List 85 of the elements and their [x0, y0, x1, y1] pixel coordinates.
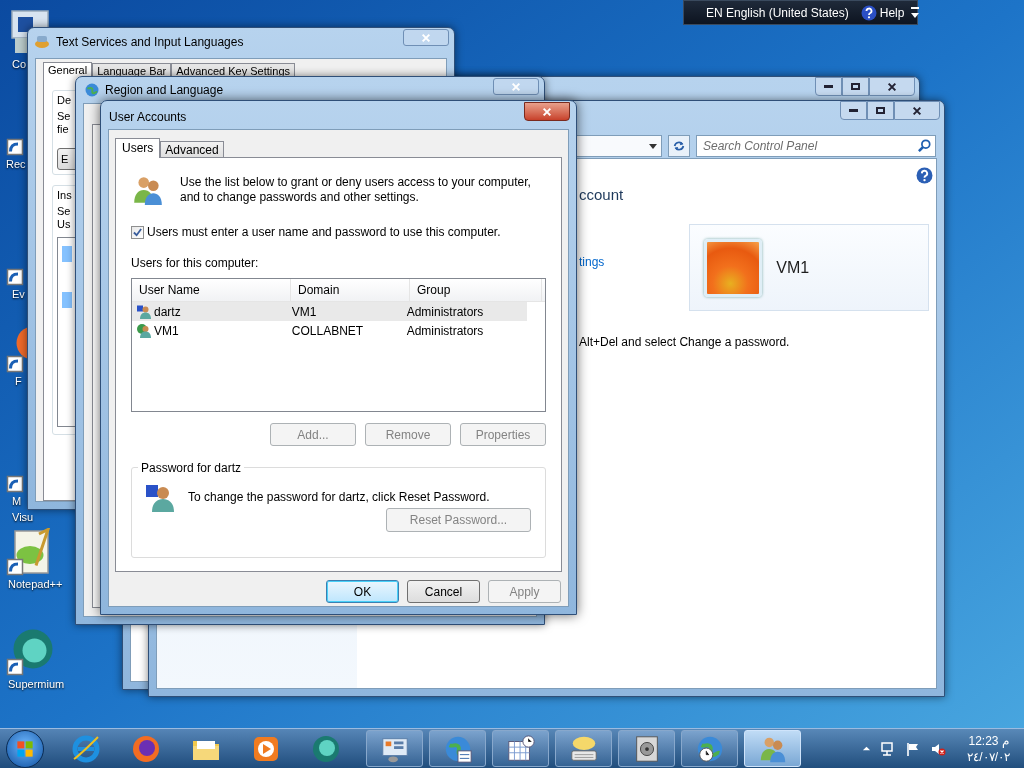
help-label[interactable]: Help [879, 3, 905, 22]
table-cell-text: VM1 [291, 303, 317, 321]
minimize-button[interactable] [840, 101, 867, 120]
help-icon [860, 4, 877, 21]
taskbar-window-button[interactable] [555, 730, 612, 767]
close-icon [421, 32, 431, 43]
close-button[interactable] [869, 77, 915, 96]
close-button[interactable] [894, 101, 940, 120]
table-cell-text: Administrators [406, 322, 484, 340]
group-description: Se [57, 110, 71, 123]
instruction-text: Alt+Del and select Change a password. [579, 334, 791, 351]
table-cell-text: COLLABNET [291, 322, 364, 340]
clock[interactable]: 12:23 م ٢٤/٠٧/٠٢ [967, 732, 1010, 765]
help-button[interactable]: Help [860, 3, 905, 22]
browser-icon[interactable] [6, 628, 54, 676]
button[interactable]: OK [326, 580, 399, 603]
window-title: Text Services and Input Languages [56, 34, 244, 51]
window-title: Region and Language [105, 82, 224, 99]
checkbox[interactable] [131, 225, 144, 239]
button[interactable]: Cancel [407, 580, 480, 603]
table-cell-text: dartz [154, 303, 181, 321]
taskbar-window-button[interactable] [429, 730, 486, 767]
page-heading: ccount [579, 186, 625, 204]
list-item-highlight [62, 292, 72, 308]
group-description: fie [57, 123, 69, 136]
taskbar-window-button[interactable] [681, 730, 738, 767]
desktop-icon-label[interactable]: Visu [12, 509, 34, 525]
tab[interactable]: Users [115, 138, 161, 158]
intro-text: Use the list below to grant or deny users access to your computer, and to change passwords and other settings. [180, 175, 532, 205]
user-icon [136, 322, 152, 339]
group-description: Se [57, 205, 71, 218]
clock-time[interactable]: 12:23 م [968, 732, 1009, 749]
close-icon [887, 81, 897, 92]
minimize-button[interactable] [815, 77, 842, 96]
globe-icon [84, 82, 100, 98]
table-row[interactable]: dartz VM1 Administrators [132, 302, 527, 321]
column-header[interactable]: User Name [132, 279, 291, 301]
windows-logo-icon [15, 738, 35, 759]
group-title: De [57, 93, 72, 108]
taskbar-window-button[interactable] [492, 730, 549, 767]
taskbar-window-button[interactable] [366, 730, 423, 767]
calendar-clock-icon [505, 733, 536, 764]
user-icon [144, 482, 176, 514]
language-indicator[interactable]: EN English (United States) [706, 3, 849, 22]
clock-date[interactable]: ٢٤/٠٧/٠٢ [967, 748, 1010, 765]
desktop-icon-label[interactable]: Ev [12, 286, 25, 302]
user-icon [136, 303, 152, 320]
desktop-icon-label[interactable]: Supermium [8, 676, 65, 692]
table-cell-text: Administrators [406, 303, 484, 321]
desktop-icon-label[interactable]: Notepad++ [8, 576, 63, 592]
list-item-highlight [62, 246, 72, 262]
search-icon[interactable] [918, 139, 931, 152]
desktop-icon-label[interactable]: Co [12, 56, 27, 72]
close-icon [511, 81, 521, 92]
section-label: Users for this computer: [131, 255, 260, 272]
options-icon[interactable] [910, 5, 921, 20]
taskbar-window-button[interactable] [618, 730, 675, 767]
group-description: Us [57, 218, 71, 231]
group-title: Ins [57, 188, 72, 203]
column-header[interactable]: Group [410, 279, 542, 301]
desktop-icon-label[interactable]: M [12, 493, 22, 509]
start-button[interactable] [6, 729, 44, 768]
user-name: VM1 [776, 257, 810, 278]
refresh-button[interactable] [668, 135, 690, 157]
show-hidden-icons-icon[interactable] [862, 744, 872, 753]
window-title: User Accounts [109, 109, 187, 126]
column-header[interactable]: Domain [291, 279, 410, 301]
close-button[interactable] [493, 78, 539, 95]
settings-link[interactable]: tings [579, 252, 605, 271]
tab[interactable]: General [43, 62, 93, 78]
desktop-icon-label[interactable]: Rec [6, 156, 26, 172]
password-instructions: To change the password for dartz, click Reset Password. [188, 489, 490, 506]
maximize-button[interactable] [842, 77, 869, 96]
desktop-icon-label[interactable]: F [15, 373, 22, 389]
help-icon[interactable] [916, 167, 933, 184]
refresh-icon [672, 139, 686, 153]
close-button[interactable] [524, 102, 570, 121]
dropdown-arrow-icon[interactable] [649, 143, 657, 149]
close-icon [912, 105, 922, 116]
checkbox-label[interactable]: Users must enter a user name and password to use this computer. [147, 223, 501, 241]
table-cell-text: VM1 [154, 322, 179, 340]
search-field[interactable]: Search Control Panel [696, 135, 936, 157]
maximize-button[interactable] [867, 101, 894, 120]
close-icon [542, 106, 552, 117]
user-picture [704, 238, 763, 297]
